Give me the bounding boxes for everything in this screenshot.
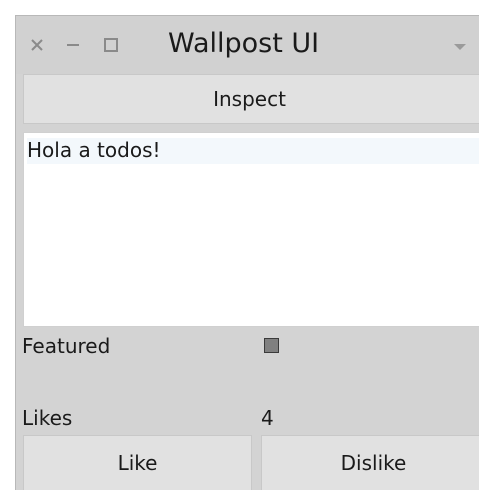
window-title: Wallpost UI <box>168 28 320 59</box>
featured-checkbox[interactable] <box>264 338 279 353</box>
like-button[interactable]: Like <box>23 435 252 490</box>
dropdown-arrow-icon[interactable] <box>452 38 468 50</box>
minimize-icon[interactable] <box>62 35 86 55</box>
featured-label: Featured <box>22 334 111 358</box>
post-text-area[interactable]: Hola a todos! <box>23 132 479 327</box>
title-bar[interactable]: Wallpost UI <box>16 16 479 74</box>
dislike-button[interactable]: Dislike <box>261 435 479 490</box>
wallpost-window: Wallpost UI Inspect Hola a todos! Featur… <box>15 15 479 490</box>
likes-count: 4 <box>261 406 274 430</box>
maximize-icon[interactable] <box>100 34 124 56</box>
close-icon[interactable] <box>28 33 48 55</box>
post-text-line: Hola a todos! <box>27 138 479 164</box>
likes-label: Likes <box>22 406 73 430</box>
inspect-button[interactable]: Inspect <box>23 74 479 124</box>
